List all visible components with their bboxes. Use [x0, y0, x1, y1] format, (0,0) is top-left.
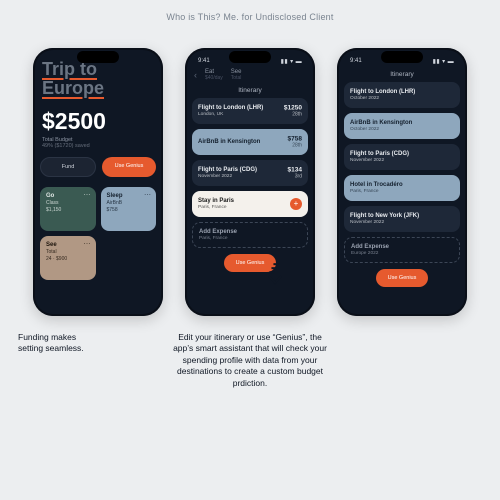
fund-button[interactable]: Fund [40, 157, 96, 177]
item-title: AirBnB in Kensington [350, 120, 454, 127]
item-title: Flight to New York (JFK) [350, 213, 454, 220]
crumb-eat[interactable]: Eat $40/day [205, 69, 223, 81]
itinerary-list: Flight to London (LHR) October 2022 AirB… [344, 82, 460, 263]
phone-notch [381, 51, 423, 63]
attribution-text: Who is This? Me. for Undisclosed Client [0, 12, 500, 22]
item-price: $134 [288, 167, 302, 174]
add-expense-tile[interactable]: Add Expense Europe 2022 [344, 237, 460, 263]
item-date: 3rd [288, 174, 302, 180]
category-go[interactable]: ⋯ Go Class $1,150 [40, 187, 96, 231]
itinerary-list: Flight to London (LHR) London, UK $1250 … [192, 98, 308, 248]
use-genius-button[interactable]: Use Genius [102, 157, 156, 177]
add-icon[interactable]: + [290, 198, 302, 210]
item-sub: October 2022 [350, 127, 454, 132]
item-sub: November 2022 [350, 158, 454, 163]
use-genius-button[interactable]: Use Genius [224, 254, 276, 272]
phone-itinerary-full: 9:41 ▮▮ ▾ ▬ Itinerary Flight to London (… [337, 48, 467, 316]
item-title: Flight to Paris (CDG) [198, 167, 302, 174]
status-time: 9:41 [350, 58, 362, 65]
status-icons: ▮▮ ▾ ▬ [281, 58, 302, 65]
category-sub: Class [46, 200, 90, 207]
category-grid: ⋯ Go Class $1,150 ⋯ Sleep AirBnB $758 ⋯ … [40, 183, 156, 280]
item-title: Add Expense [351, 244, 453, 251]
caption-row: Funding makes setting seamless. Edit you… [0, 332, 500, 389]
itinerary-header: Itinerary [344, 69, 460, 82]
category-sub: AirBnB [107, 200, 151, 207]
item-date: 28th [288, 143, 302, 149]
item-meta: $1250 28th [284, 105, 302, 118]
itinerary-item[interactable]: Flight to London (LHR) October 2022 [344, 82, 460, 108]
use-genius-button[interactable]: Use Genius [376, 269, 428, 287]
itinerary-item[interactable]: Flight to New York (JFK) November 2022 [344, 206, 460, 232]
item-sub: Paris, France [350, 189, 454, 194]
budget-cta-row: Fund Use Genius [40, 155, 156, 183]
crumb-sub: Total [231, 75, 242, 81]
more-icon[interactable]: ⋯ [84, 240, 91, 248]
category-see[interactable]: ⋯ See Total 24 · $900 [40, 236, 96, 280]
category-sleep[interactable]: ⋯ Sleep AirBnB $758 [101, 187, 157, 231]
item-price: $758 [288, 136, 302, 143]
phone-budget: Trip to Europe $2500 Total Budget 49% ($… [33, 48, 163, 316]
cursor-icon [268, 270, 282, 284]
itinerary-item[interactable]: Flight to Paris (CDG) November 2022 $134… [192, 160, 308, 186]
caption-1: Funding makes setting seamless. [18, 332, 148, 389]
budget-saved: 49% ($1720) saved [42, 143, 90, 149]
item-title: Stay in Paris [198, 198, 234, 205]
item-date: 28th [284, 112, 302, 118]
itinerary-item[interactable]: AirBnB in Kensington $758 28th [192, 129, 308, 155]
status-time: 9:41 [198, 58, 210, 65]
item-sub: November 2022 [350, 220, 454, 225]
breadcrumb: ‹ Eat $40/day See Total [192, 69, 308, 85]
item-title: AirBnB in Kensington [198, 139, 302, 146]
itinerary-item-new[interactable]: Stay in Paris Paris, France + [192, 191, 308, 217]
item-price: $1250 [284, 105, 302, 112]
phone-notch [77, 51, 119, 63]
phone-itinerary-edit: 9:41 ▮▮ ▾ ▬ ‹ Eat $40/day See Total Itin… [185, 48, 315, 316]
add-expense-tile[interactable]: Add Expense Paris, France [192, 222, 308, 248]
item-title: Flight to London (LHR) [350, 89, 454, 96]
back-icon[interactable]: ‹ [194, 70, 197, 80]
category-value: 24 · $900 [46, 256, 90, 263]
item-sub: Paris, France [198, 205, 234, 210]
item-title: Flight to Paris (CDG) [350, 151, 454, 158]
crumb-sub: $40/day [205, 75, 223, 81]
caption-3 [352, 332, 482, 389]
more-icon[interactable]: ⋯ [144, 191, 151, 199]
itinerary-item[interactable]: AirBnB in Kensington October 2022 [344, 113, 460, 139]
item-title: Hotel in Trocadéro [350, 182, 454, 189]
caption-2: Edit your itinerary or use “Genius”, the… [170, 332, 330, 389]
phone-notch [229, 51, 271, 63]
category-value: $758 [107, 207, 151, 214]
itinerary-item[interactable]: Flight to London (LHR) London, UK $1250 … [192, 98, 308, 124]
phone-row: Trip to Europe $2500 Total Budget 49% ($… [0, 48, 500, 316]
item-meta: $758 28th [288, 136, 302, 149]
itinerary-item[interactable]: Flight to Paris (CDG) November 2022 [344, 144, 460, 170]
item-title: Add Expense [199, 229, 301, 236]
category-sub: Total [46, 249, 90, 256]
trip-budget-amount: $2500 [40, 98, 156, 137]
trip-budget-label: Total Budget 49% ($1720) saved [40, 137, 156, 155]
budget-label: Total Budget [42, 137, 73, 143]
itinerary-header: Itinerary [192, 85, 308, 98]
trip-title: Trip to Europe [40, 58, 156, 98]
item-sub: October 2022 [350, 96, 454, 101]
item-sub: Paris, France [199, 236, 301, 241]
item-meta: $134 3rd [288, 167, 302, 180]
item-sub: Europe 2022 [351, 251, 453, 256]
itinerary-item[interactable]: Hotel in Trocadéro Paris, France [344, 175, 460, 201]
more-icon[interactable]: ⋯ [84, 191, 91, 199]
status-icons: ▮▮ ▾ ▬ [433, 58, 454, 65]
item-sub: November 2022 [198, 174, 302, 179]
crumb-see[interactable]: See Total [231, 69, 242, 81]
category-value: $1,150 [46, 207, 90, 214]
